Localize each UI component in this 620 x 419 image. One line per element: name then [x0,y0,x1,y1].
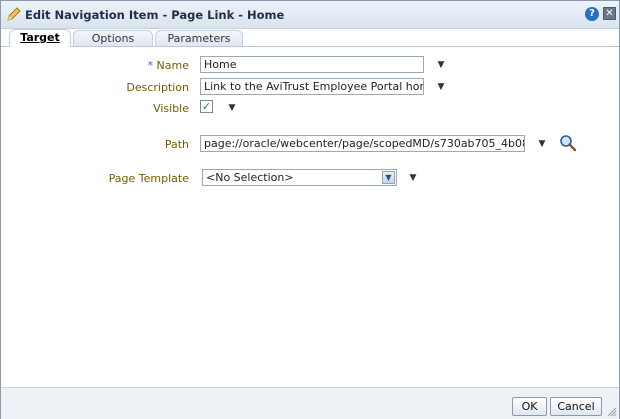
dialog-footer: OK Cancel [1,387,619,419]
name-label-text: Name [156,59,189,72]
cancel-button[interactable]: Cancel [550,397,602,416]
chevron-down-icon[interactable]: ▼ [436,82,446,92]
chevron-down-icon[interactable]: ▼ [436,60,446,70]
description-label: Description [126,81,189,94]
edit-navigation-dialog: Edit Navigation Item - Page Link - Home … [0,0,620,419]
visible-label: Visible [153,102,189,115]
tab-options[interactable]: Options [73,30,153,46]
required-marker: * [147,59,154,72]
path-label: Path [164,138,189,151]
dialog-title: Edit Navigation Item - Page Link - Home [25,8,285,22]
name-field[interactable]: Home [200,56,424,73]
visible-checkbox[interactable]: ✓ [200,100,213,113]
pencil-icon [7,7,21,21]
chevron-down-icon[interactable]: ▼ [227,103,237,113]
path-field[interactable]: page://oracle/webcenter/page/scopedMD/s7… [200,135,525,152]
close-icon[interactable]: ✕ [603,7,616,20]
page-template-label: Page Template [108,172,189,185]
chevron-down-icon[interactable]: ▼ [408,173,418,183]
page-template-select[interactable]: <No Selection> ▼ [202,169,397,186]
ok-button[interactable]: OK [512,397,547,416]
page-template-value: <No Selection> [206,171,294,184]
chevron-down-icon[interactable]: ▼ [537,139,547,149]
tab-parameters[interactable]: Parameters [155,30,243,46]
help-icon[interactable]: ? [585,7,599,21]
name-label: * Name [101,59,189,72]
description-field[interactable]: Link to the AviTrust Employee Portal hom… [200,78,424,95]
dialog-titlebar: Edit Navigation Item - Page Link - Home … [1,1,619,29]
search-icon[interactable] [559,134,577,152]
chevron-down-icon[interactable]: ▼ [382,171,395,184]
tab-target[interactable]: Target [9,29,71,47]
resize-grip-icon[interactable] [607,407,617,417]
tab-strip: Target Options Parameters [1,28,619,47]
